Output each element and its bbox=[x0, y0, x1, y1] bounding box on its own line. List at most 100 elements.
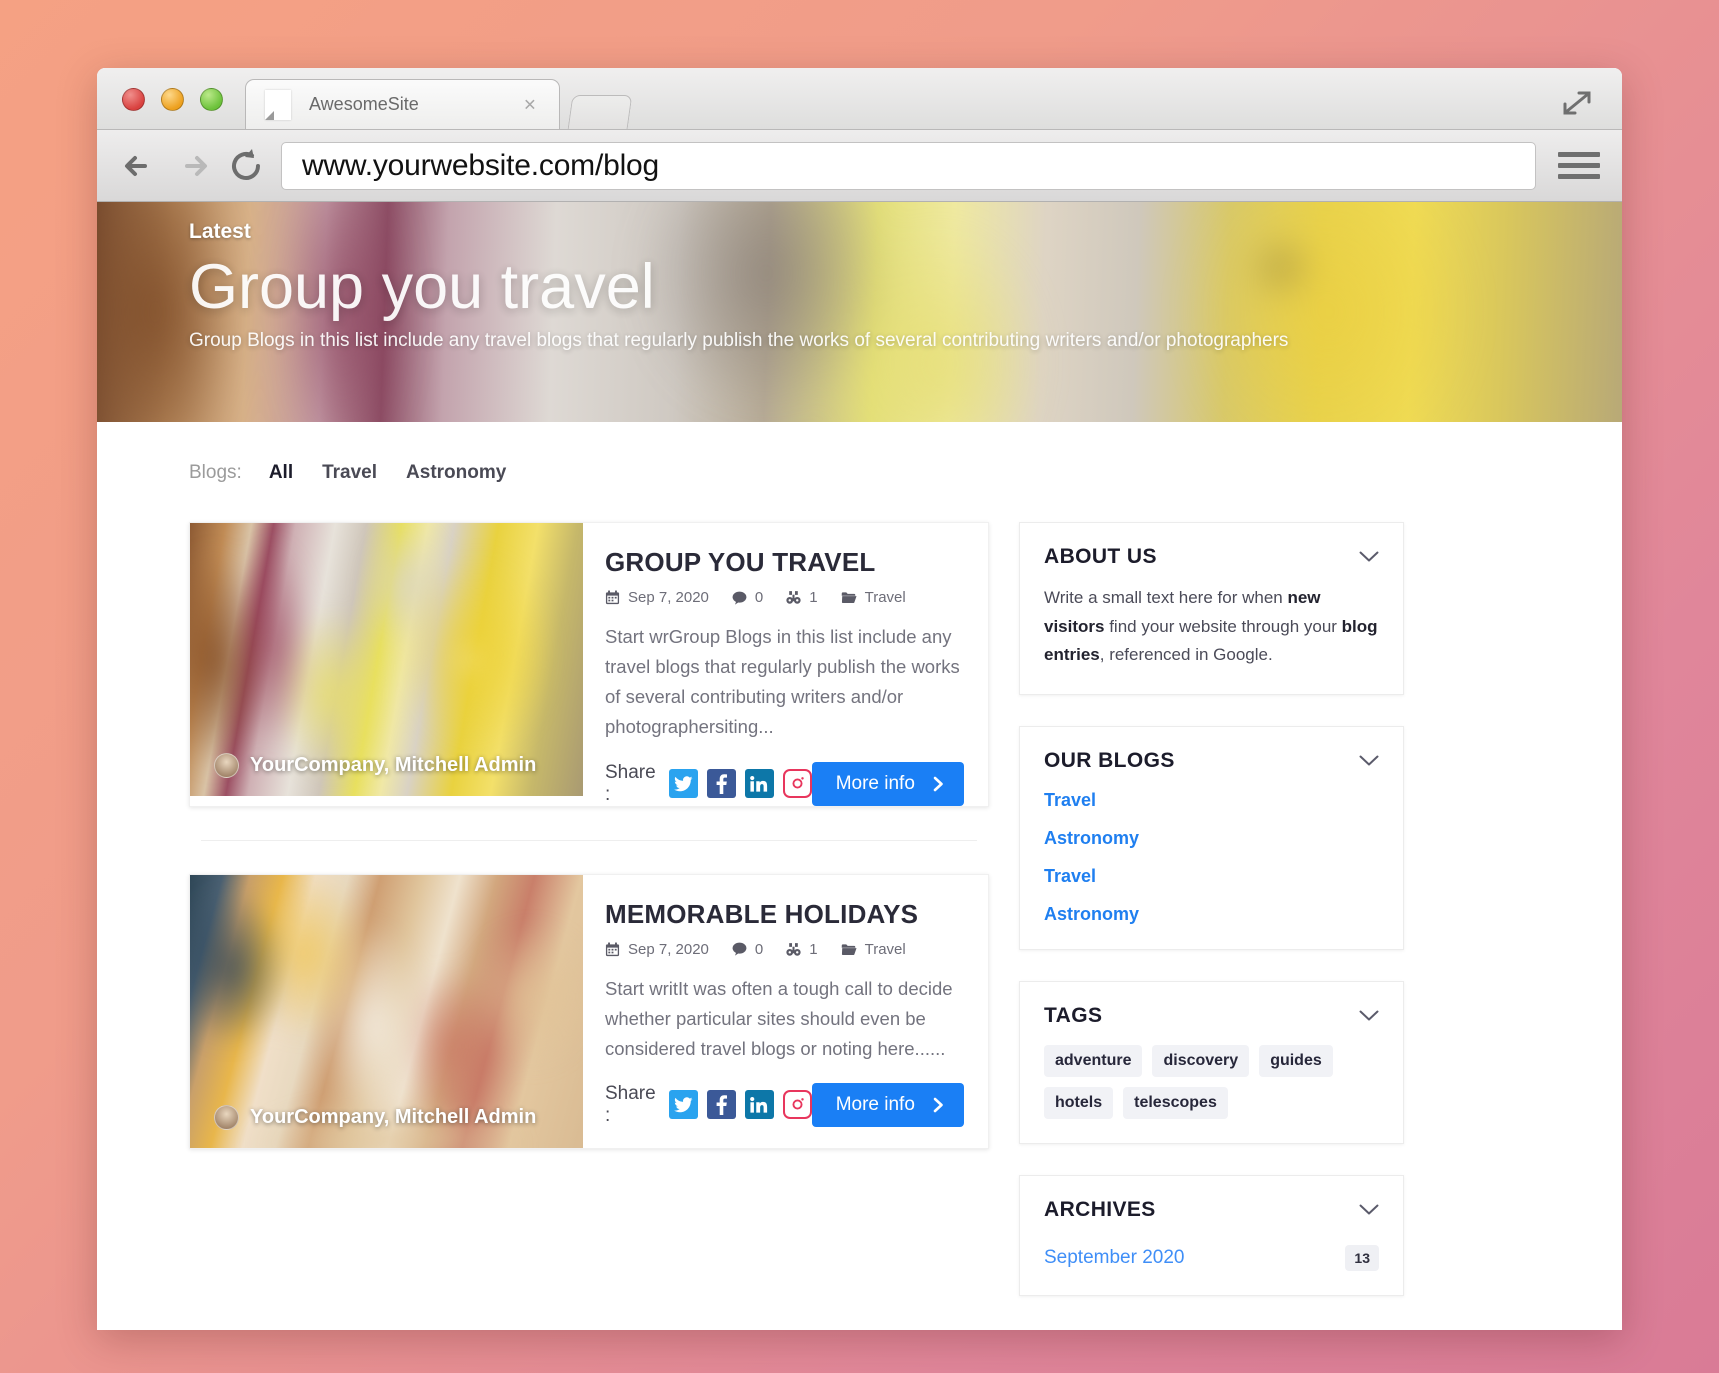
minimize-window-button[interactable] bbox=[161, 88, 184, 111]
filter-label: Blogs: bbox=[189, 462, 242, 483]
archive-count-badge: 13 bbox=[1345, 1244, 1379, 1271]
more-info-label: More info bbox=[835, 1093, 915, 1115]
our-blogs-title: OUR BLOGS bbox=[1044, 748, 1175, 772]
linkedin-share-icon[interactable] bbox=[744, 1090, 774, 1120]
page-content: Blogs: All Travel Astronomy YourCompany,… bbox=[97, 422, 1622, 1330]
window-controls bbox=[122, 88, 223, 111]
tag-guides[interactable]: guides bbox=[1259, 1044, 1333, 1077]
about-us-text: Write a small text here for when new vis… bbox=[1044, 584, 1379, 670]
meta-comments: 0 bbox=[732, 589, 763, 606]
tab-strip: AwesomeSite × bbox=[245, 79, 633, 129]
blog-link-astronomy-1[interactable]: Astronomy bbox=[1044, 828, 1379, 849]
tags-title: TAGS bbox=[1044, 1003, 1103, 1027]
meta-category: Travel bbox=[841, 589, 906, 606]
chevron-down-icon[interactable] bbox=[1359, 1010, 1379, 1022]
article-thumbnail[interactable]: YourCompany, Mitchell Admin bbox=[190, 874, 583, 1148]
browser-title-bar: AwesomeSite × bbox=[97, 68, 1622, 130]
panel-about-us: ABOUT US Write a small text here for whe… bbox=[1019, 522, 1404, 695]
article-category[interactable]: Travel bbox=[865, 589, 906, 606]
chevron-right-icon bbox=[933, 776, 943, 791]
article-card[interactable]: YourCompany, Mitchell Admin GROUP YOU TR… bbox=[189, 522, 989, 807]
facebook-share-icon[interactable] bbox=[706, 1090, 736, 1120]
browser-url-bar: www.yourwebsite.com/blog bbox=[97, 130, 1622, 202]
blog-link-travel-1[interactable]: Travel bbox=[1044, 790, 1379, 811]
avatar bbox=[214, 1104, 239, 1130]
more-info-button[interactable]: More info bbox=[811, 1082, 964, 1127]
calendar-icon bbox=[605, 590, 620, 605]
archive-link-september-2020[interactable]: September 2020 bbox=[1044, 1247, 1185, 1269]
article-author-label: YourCompany, Mitchell Admin bbox=[250, 754, 537, 776]
filter-item-travel[interactable]: Travel bbox=[312, 462, 387, 484]
hamburger-menu-icon[interactable] bbox=[1558, 152, 1600, 179]
article-share-row: Share : More info bbox=[605, 1082, 964, 1127]
article-view-count: 1 bbox=[809, 940, 818, 958]
about-text-part-1: Write a small text here for when bbox=[1044, 588, 1288, 607]
article-divider bbox=[201, 839, 977, 841]
page-favicon-icon bbox=[265, 89, 291, 120]
article-thumbnail[interactable]: YourCompany, Mitchell Admin bbox=[190, 523, 583, 796]
meta-views: 1 bbox=[786, 589, 818, 606]
article-list: YourCompany, Mitchell Admin GROUP YOU TR… bbox=[189, 522, 989, 1327]
meta-date: Sep 7, 2020 bbox=[605, 941, 709, 958]
close-window-button[interactable] bbox=[122, 88, 145, 111]
article-excerpt: Start writIt was often a tough call to d… bbox=[605, 977, 953, 1059]
tag-discovery[interactable]: discovery bbox=[1152, 1044, 1250, 1077]
more-info-button[interactable]: More info bbox=[811, 761, 964, 806]
hero-eyebrow: Latest bbox=[189, 220, 251, 243]
comment-icon bbox=[732, 942, 747, 956]
share-label: Share : bbox=[605, 1082, 656, 1126]
article-title[interactable]: MEMORABLE HOLIDAYS bbox=[605, 899, 964, 930]
chevron-down-icon[interactable] bbox=[1359, 755, 1379, 767]
back-icon[interactable] bbox=[119, 146, 159, 186]
close-tab-icon[interactable]: × bbox=[524, 94, 536, 115]
tag-hotels[interactable]: hotels bbox=[1044, 1086, 1114, 1119]
chevron-down-icon[interactable] bbox=[1359, 551, 1379, 563]
facebook-share-icon[interactable] bbox=[706, 769, 736, 799]
about-text-part-2: find your website through your bbox=[1104, 616, 1342, 636]
instagram-share-icon[interactable] bbox=[782, 769, 812, 799]
article-card[interactable]: YourCompany, Mitchell Admin MEMORABLE HO… bbox=[189, 873, 989, 1149]
fullscreen-icon[interactable] bbox=[1562, 90, 1592, 116]
hero-title: Group you travel bbox=[189, 252, 655, 322]
tab-label: AwesomeSite bbox=[309, 94, 419, 114]
calendar-icon bbox=[605, 941, 620, 956]
blog-link-astronomy-2[interactable]: Astronomy bbox=[1044, 904, 1379, 925]
article-title[interactable]: GROUP YOU TRAVEL bbox=[605, 547, 964, 578]
reload-icon[interactable] bbox=[227, 146, 267, 186]
meta-comments: 0 bbox=[732, 941, 763, 958]
tab-awesomesite[interactable]: AwesomeSite × bbox=[245, 79, 560, 129]
panel-archives: ARCHIVES September 2020 13 bbox=[1019, 1174, 1404, 1296]
archive-row: September 2020 13 bbox=[1044, 1244, 1379, 1271]
maximize-window-button[interactable] bbox=[200, 88, 223, 111]
article-category[interactable]: Travel bbox=[865, 941, 906, 958]
filter-item-astronomy[interactable]: Astronomy bbox=[396, 462, 516, 484]
twitter-share-icon[interactable] bbox=[668, 1090, 698, 1120]
sidebar: ABOUT US Write a small text here for whe… bbox=[1019, 522, 1404, 1327]
tag-telescopes[interactable]: telescopes bbox=[1123, 1086, 1228, 1119]
twitter-share-icon[interactable] bbox=[668, 769, 698, 799]
binoculars-icon bbox=[786, 942, 801, 956]
article-author-overlay: YourCompany, Mitchell Admin bbox=[190, 1104, 536, 1130]
article-view-count: 1 bbox=[809, 589, 818, 606]
meta-views: 1 bbox=[786, 940, 818, 958]
about-text-part-3: , referenced in Google. bbox=[1099, 645, 1273, 665]
folder-icon bbox=[841, 592, 857, 604]
chevron-down-icon[interactable] bbox=[1359, 1204, 1379, 1216]
comment-icon bbox=[732, 591, 747, 605]
tag-adventure[interactable]: adventure bbox=[1044, 1044, 1143, 1077]
hero-subtitle: Group Blogs in this list include any tra… bbox=[189, 330, 1289, 352]
linkedin-share-icon[interactable] bbox=[744, 769, 774, 799]
panel-tags: TAGS adventure discovery guides hotels t… bbox=[1019, 980, 1404, 1144]
blog-link-travel-2[interactable]: Travel bbox=[1044, 866, 1379, 887]
archives-title: ARCHIVES bbox=[1044, 1197, 1156, 1221]
article-meta: Sep 7, 2020 0 1 Travel bbox=[605, 589, 964, 606]
article-share-row: Share : More info bbox=[605, 761, 964, 806]
filter-item-all[interactable]: All bbox=[259, 462, 303, 484]
forward-icon[interactable] bbox=[173, 146, 213, 186]
article-comment-count: 0 bbox=[754, 940, 764, 958]
new-tab-button[interactable] bbox=[567, 95, 633, 129]
share-label: Share : bbox=[605, 761, 656, 805]
blog-filter-bar: Blogs: All Travel Astronomy bbox=[97, 422, 1622, 484]
instagram-share-icon[interactable] bbox=[782, 1090, 812, 1120]
url-input[interactable]: www.yourwebsite.com/blog bbox=[281, 141, 1536, 190]
